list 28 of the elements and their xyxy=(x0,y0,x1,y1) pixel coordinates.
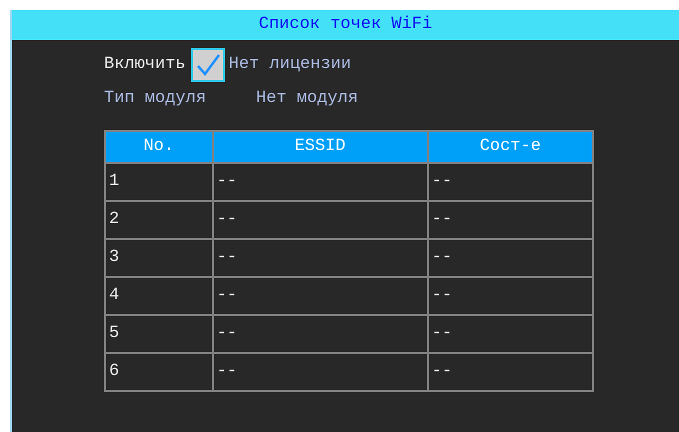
table-cell: -- xyxy=(428,353,593,391)
table-cell: -- xyxy=(212,239,428,277)
table-cell: -- xyxy=(428,163,593,201)
enable-label: Включить xyxy=(104,54,186,76)
window-title: Список точек WiFi xyxy=(258,14,432,36)
table-cell: -- xyxy=(428,277,593,315)
table-cell: 6 xyxy=(105,353,213,391)
module-type-label: Тип модуля xyxy=(104,88,208,110)
column-header: ESSID xyxy=(212,131,428,163)
table-cell: -- xyxy=(212,353,428,391)
license-status: Нет лицензии xyxy=(228,54,352,76)
table-cell: 1 xyxy=(105,163,213,201)
table-cell: -- xyxy=(428,201,593,239)
table-cell: -- xyxy=(212,201,428,239)
checkmark-icon xyxy=(194,52,221,78)
table-cell: 2 xyxy=(105,201,213,239)
table-cell: -- xyxy=(428,239,593,277)
table-cell: 3 xyxy=(105,239,213,277)
table-cell: -- xyxy=(212,315,428,353)
table-cell: -- xyxy=(428,315,593,353)
table-cell: -- xyxy=(212,277,428,315)
column-header: Сост-е xyxy=(428,131,593,163)
table-cell: -- xyxy=(212,163,428,201)
module-type-value: Нет модуля xyxy=(256,88,358,110)
enable-checkbox[interactable] xyxy=(190,48,225,82)
table-cell: 5 xyxy=(105,315,213,353)
table-cell: 4 xyxy=(105,277,213,315)
column-header: No. xyxy=(105,131,213,163)
